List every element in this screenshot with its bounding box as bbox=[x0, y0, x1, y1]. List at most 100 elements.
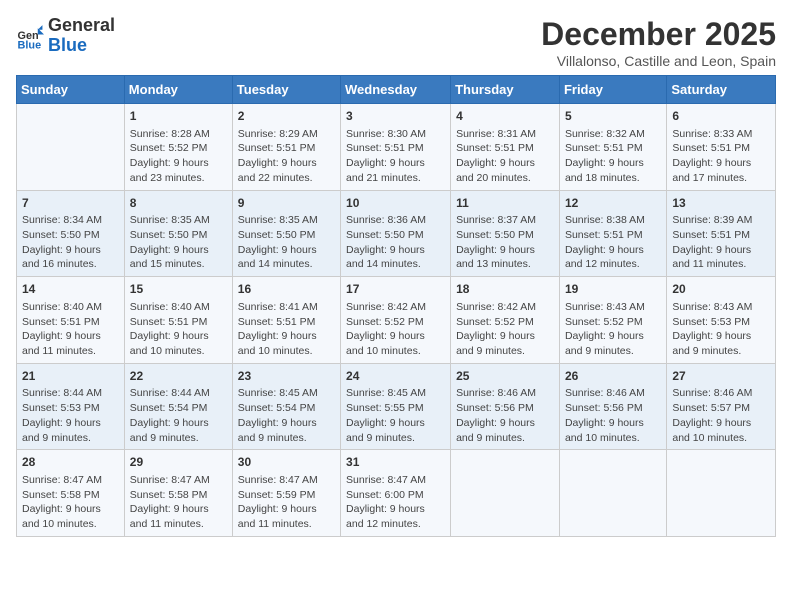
weekday-header: Wednesday bbox=[341, 76, 451, 104]
calendar-cell: 23Sunrise: 8:45 AMSunset: 5:54 PMDayligh… bbox=[232, 363, 340, 450]
calendar-cell: 20 Sunrise: 8:43 AMSunset: 5:53 PMDayligh… bbox=[667, 277, 776, 364]
weekday-header: Friday bbox=[559, 76, 666, 104]
calendar-cell: 4 Sunrise: 8:31 AMSunset: 5:51 PMDaylight… bbox=[451, 104, 560, 191]
svg-text:Blue: Blue bbox=[18, 39, 42, 50]
day-info: Sunrise: 8:33 AMSunset: 5:51 PMDaylight:… bbox=[672, 127, 770, 186]
day-info: Sunrise: 8:29 AMSunset: 5:51 PMDaylight:… bbox=[238, 127, 335, 186]
calendar-cell: 30 Sunrise: 8:47 AMSunset: 5:59 PMDayligh… bbox=[232, 450, 340, 537]
calendar-cell: 25Sunrise: 8:46 AMSunset: 5:56 PMDayligh… bbox=[451, 363, 560, 450]
month-title: December 2025 bbox=[541, 16, 776, 53]
day-number: 8 bbox=[130, 195, 227, 212]
calendar-cell: 10Sunrise: 8:36 AMSunset: 5:50 PMDayligh… bbox=[341, 190, 451, 277]
day-info: Sunrise: 8:47 AMSunset: 5:58 PMDaylight:… bbox=[22, 473, 119, 532]
day-info: Sunrise: 8:35 AMSunset: 5:50 PMDaylight:… bbox=[130, 213, 227, 272]
day-info: Sunrise: 8:36 AMSunset: 5:50 PMDaylight:… bbox=[346, 213, 445, 272]
day-info: Sunrise: 8:44 AMSunset: 5:53 PMDaylight:… bbox=[22, 386, 119, 445]
calendar-cell: 15 Sunrise: 8:40 AMSunset: 5:51 PMDayligh… bbox=[124, 277, 232, 364]
day-number: 27 bbox=[672, 368, 770, 385]
calendar-week-row: 14 Sunrise: 8:40 AMSunset: 5:51 PMDayligh… bbox=[17, 277, 776, 364]
weekday-header: Saturday bbox=[667, 76, 776, 104]
day-info: Sunrise: 8:39 AMSunset: 5:51 PMDaylight:… bbox=[672, 213, 770, 272]
day-info: Sunrise: 8:41 AMSunset: 5:51 PMDaylight:… bbox=[238, 300, 335, 359]
day-info: Sunrise: 8:45 AMSunset: 5:54 PMDaylight:… bbox=[238, 386, 335, 445]
calendar-cell bbox=[17, 104, 125, 191]
calendar-cell: 13Sunrise: 8:39 AMSunset: 5:51 PMDayligh… bbox=[667, 190, 776, 277]
logo-text: General Blue bbox=[48, 16, 115, 56]
calendar-cell: 3 Sunrise: 8:30 AMSunset: 5:51 PMDaylight… bbox=[341, 104, 451, 191]
weekday-header: Thursday bbox=[451, 76, 560, 104]
day-info: Sunrise: 8:47 AMSunset: 5:59 PMDaylight:… bbox=[238, 473, 335, 532]
calendar-cell: 22Sunrise: 8:44 AMSunset: 5:54 PMDayligh… bbox=[124, 363, 232, 450]
day-number: 11 bbox=[456, 195, 554, 212]
day-info: Sunrise: 8:38 AMSunset: 5:51 PMDaylight:… bbox=[565, 213, 661, 272]
day-info: Sunrise: 8:42 AMSunset: 5:52 PMDaylight:… bbox=[346, 300, 445, 359]
day-number: 23 bbox=[238, 368, 335, 385]
calendar-cell bbox=[667, 450, 776, 537]
calendar-cell: 24Sunrise: 8:45 AMSunset: 5:55 PMDayligh… bbox=[341, 363, 451, 450]
calendar-cell: 18Sunrise: 8:42 AMSunset: 5:52 PMDayligh… bbox=[451, 277, 560, 364]
calendar-cell: 9Sunrise: 8:35 AMSunset: 5:50 PMDaylight… bbox=[232, 190, 340, 277]
day-info: Sunrise: 8:46 AMSunset: 5:56 PMDaylight:… bbox=[565, 386, 661, 445]
day-number: 24 bbox=[346, 368, 445, 385]
day-number: 18 bbox=[456, 281, 554, 298]
day-info: Sunrise: 8:40 AMSunset: 5:51 PMDaylight:… bbox=[130, 300, 227, 359]
day-info: Sunrise: 8:45 AMSunset: 5:55 PMDaylight:… bbox=[346, 386, 445, 445]
day-number: 15 bbox=[130, 281, 227, 298]
calendar-week-row: 21Sunrise: 8:44 AMSunset: 5:53 PMDayligh… bbox=[17, 363, 776, 450]
calendar-cell bbox=[451, 450, 560, 537]
calendar-week-row: 1 Sunrise: 8:28 AMSunset: 5:52 PMDaylight… bbox=[17, 104, 776, 191]
calendar-cell: 5 Sunrise: 8:32 AMSunset: 5:51 PMDaylight… bbox=[559, 104, 666, 191]
day-number: 7 bbox=[22, 195, 119, 212]
day-number: 20 bbox=[672, 281, 770, 298]
day-info: Sunrise: 8:31 AMSunset: 5:51 PMDaylight:… bbox=[456, 127, 554, 186]
calendar-cell: 31Sunrise: 8:47 AMSunset: 6:00 PMDayligh… bbox=[341, 450, 451, 537]
calendar-cell: 19 Sunrise: 8:43 AMSunset: 5:52 PMDayligh… bbox=[559, 277, 666, 364]
day-number: 13 bbox=[672, 195, 770, 212]
day-number: 26 bbox=[565, 368, 661, 385]
logo-icon: Gen Blue bbox=[16, 22, 44, 50]
day-number: 10 bbox=[346, 195, 445, 212]
day-number: 5 bbox=[565, 108, 661, 125]
day-info: Sunrise: 8:28 AMSunset: 5:52 PMDaylight:… bbox=[130, 127, 227, 186]
calendar-cell: 29 Sunrise: 8:47 AMSunset: 5:58 PMDayligh… bbox=[124, 450, 232, 537]
day-info: Sunrise: 8:40 AMSunset: 5:51 PMDaylight:… bbox=[22, 300, 119, 359]
day-number: 3 bbox=[346, 108, 445, 125]
calendar-cell: 27Sunrise: 8:46 AMSunset: 5:57 PMDayligh… bbox=[667, 363, 776, 450]
day-info: Sunrise: 8:43 AMSunset: 5:52 PMDaylight:… bbox=[565, 300, 661, 359]
calendar-cell: 17Sunrise: 8:42 AMSunset: 5:52 PMDayligh… bbox=[341, 277, 451, 364]
day-number: 19 bbox=[565, 281, 661, 298]
calendar-cell: 8Sunrise: 8:35 AMSunset: 5:50 PMDaylight… bbox=[124, 190, 232, 277]
weekday-header: Tuesday bbox=[232, 76, 340, 104]
calendar-cell: 6 Sunrise: 8:33 AMSunset: 5:51 PMDaylight… bbox=[667, 104, 776, 191]
calendar-cell: 2 Sunrise: 8:29 AMSunset: 5:51 PMDaylight… bbox=[232, 104, 340, 191]
weekday-header: Monday bbox=[124, 76, 232, 104]
day-info: Sunrise: 8:32 AMSunset: 5:51 PMDaylight:… bbox=[565, 127, 661, 186]
day-number: 25 bbox=[456, 368, 554, 385]
day-info: Sunrise: 8:46 AMSunset: 5:56 PMDaylight:… bbox=[456, 386, 554, 445]
calendar-cell: 11Sunrise: 8:37 AMSunset: 5:50 PMDayligh… bbox=[451, 190, 560, 277]
day-info: Sunrise: 8:34 AMSunset: 5:50 PMDaylight:… bbox=[22, 213, 119, 272]
day-info: Sunrise: 8:43 AMSunset: 5:53 PMDaylight:… bbox=[672, 300, 770, 359]
title-block: December 2025 Villalonso, Castille and L… bbox=[541, 16, 776, 69]
day-number: 14 bbox=[22, 281, 119, 298]
day-info: Sunrise: 8:46 AMSunset: 5:57 PMDaylight:… bbox=[672, 386, 770, 445]
day-number: 16 bbox=[238, 281, 335, 298]
logo: Gen Blue General Blue bbox=[16, 16, 115, 56]
calendar-cell: 26Sunrise: 8:46 AMSunset: 5:56 PMDayligh… bbox=[559, 363, 666, 450]
day-info: Sunrise: 8:44 AMSunset: 5:54 PMDaylight:… bbox=[130, 386, 227, 445]
calendar-cell: 28Sunrise: 8:47 AMSunset: 5:58 PMDayligh… bbox=[17, 450, 125, 537]
day-number: 30 bbox=[238, 454, 335, 471]
day-number: 29 bbox=[130, 454, 227, 471]
day-number: 4 bbox=[456, 108, 554, 125]
weekday-header-row: SundayMondayTuesdayWednesdayThursdayFrid… bbox=[17, 76, 776, 104]
day-number: 2 bbox=[238, 108, 335, 125]
day-info: Sunrise: 8:47 AMSunset: 5:58 PMDaylight:… bbox=[130, 473, 227, 532]
calendar-cell: 16 Sunrise: 8:41 AMSunset: 5:51 PMDayligh… bbox=[232, 277, 340, 364]
day-number: 6 bbox=[672, 108, 770, 125]
calendar-cell: 1 Sunrise: 8:28 AMSunset: 5:52 PMDaylight… bbox=[124, 104, 232, 191]
calendar-week-row: 28Sunrise: 8:47 AMSunset: 5:58 PMDayligh… bbox=[17, 450, 776, 537]
calendar-cell: 14 Sunrise: 8:40 AMSunset: 5:51 PMDayligh… bbox=[17, 277, 125, 364]
day-info: Sunrise: 8:30 AMSunset: 5:51 PMDaylight:… bbox=[346, 127, 445, 186]
day-info: Sunrise: 8:47 AMSunset: 6:00 PMDaylight:… bbox=[346, 473, 445, 532]
day-number: 1 bbox=[130, 108, 227, 125]
